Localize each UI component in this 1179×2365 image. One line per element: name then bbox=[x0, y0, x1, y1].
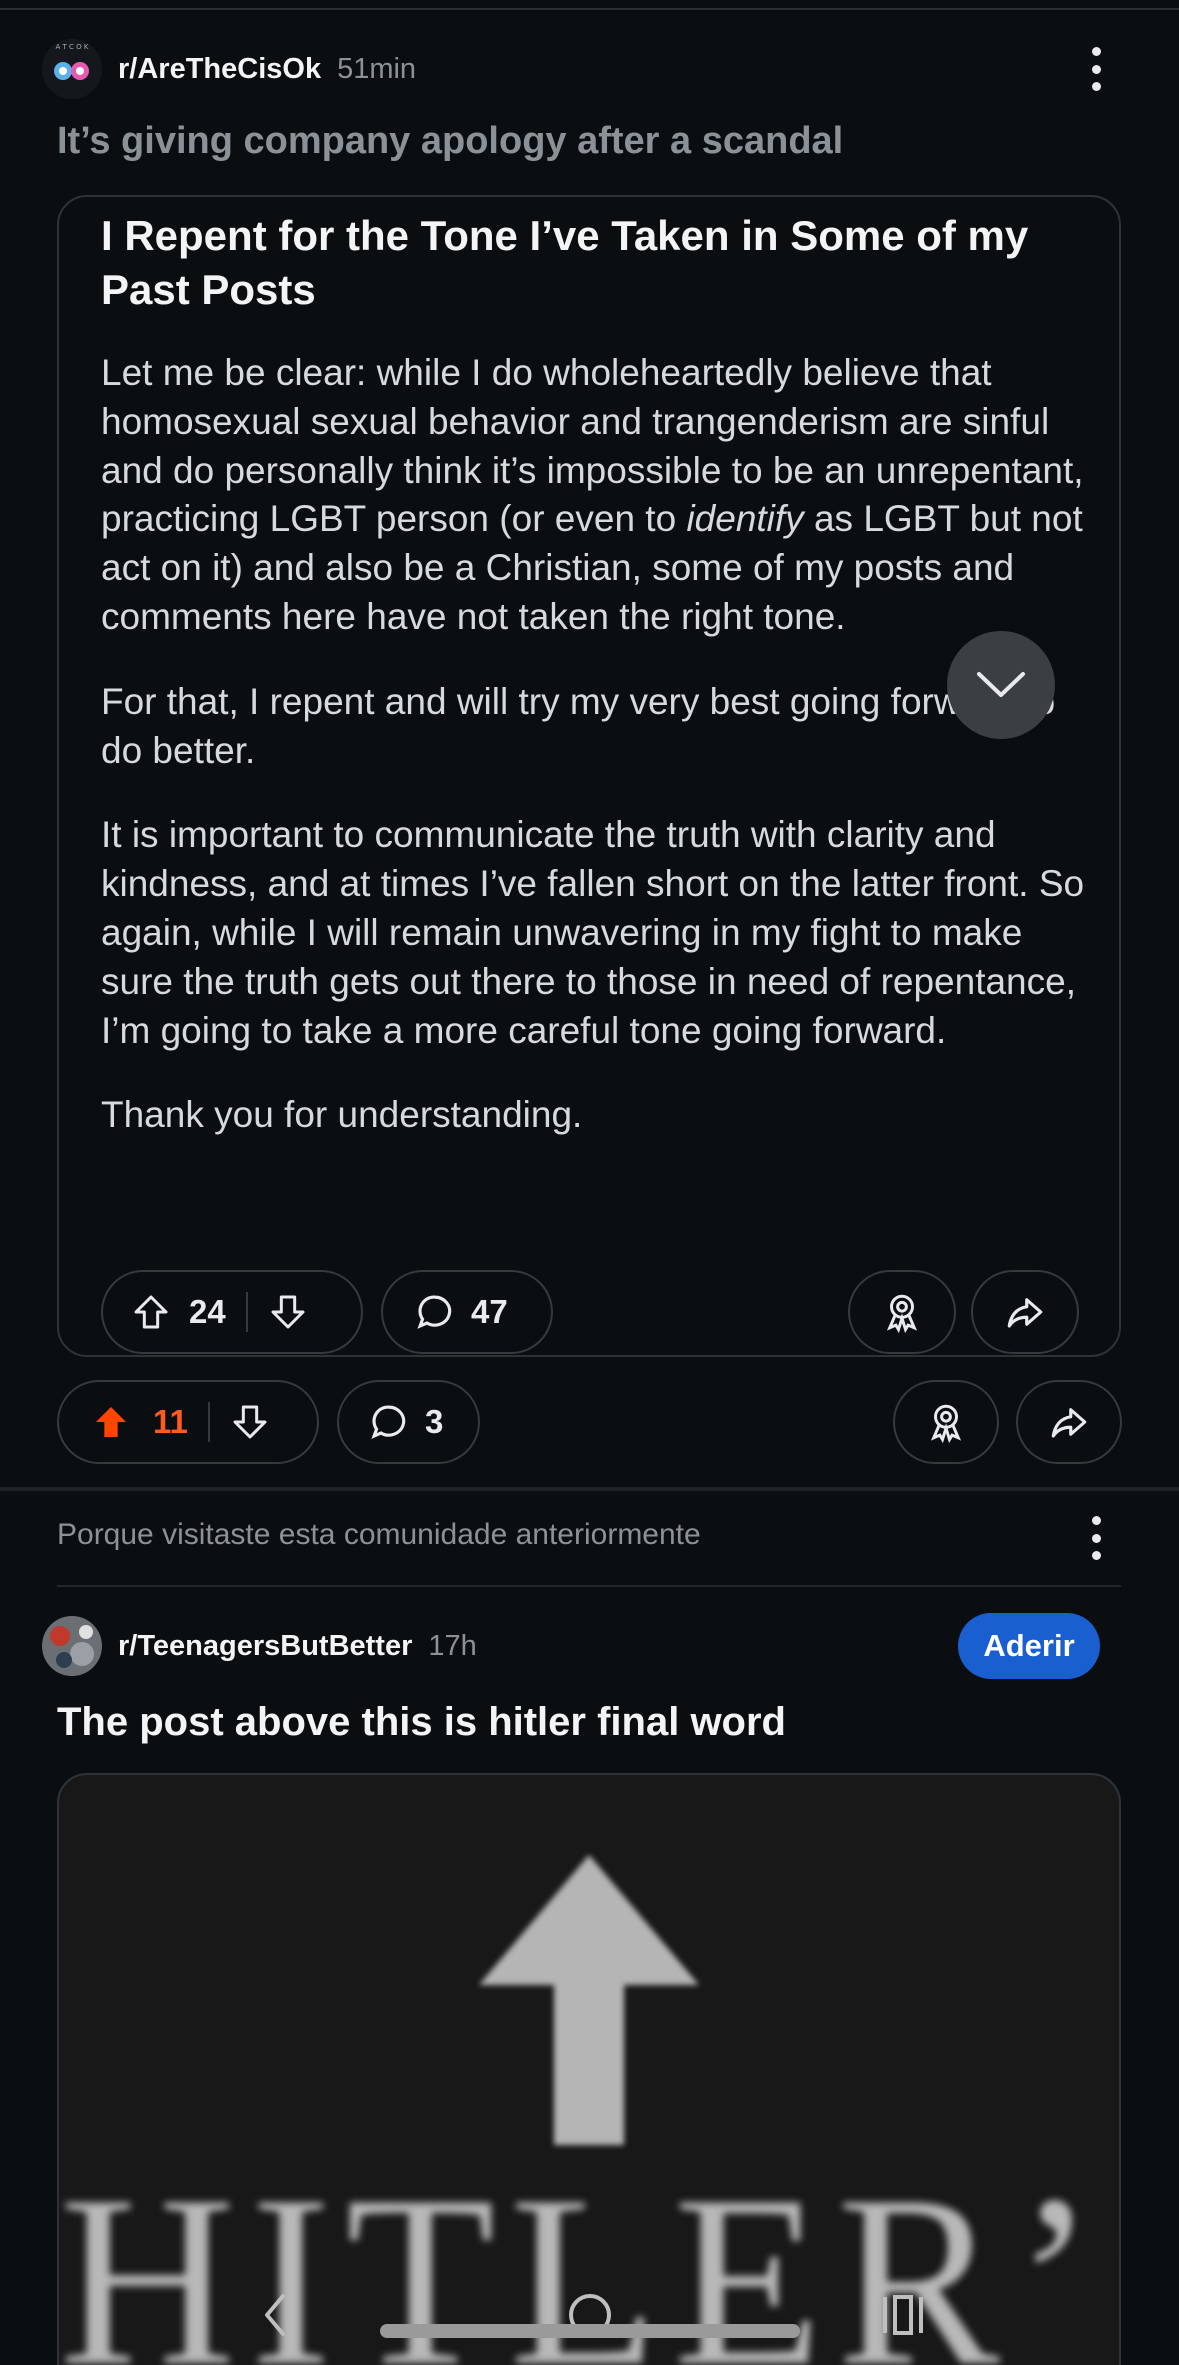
embed-paragraph: Let me be clear: while I do wholehearted… bbox=[101, 352, 1084, 637]
subreddit-avatar[interactable]: A T C O K bbox=[42, 39, 102, 99]
upvote-icon[interactable] bbox=[89, 1402, 133, 1442]
subreddit-name[interactable]: r/TeenagersButBetter bbox=[118, 1630, 412, 1663]
embed-vote-count: 24 bbox=[189, 1293, 226, 1330]
embed-body: Let me be clear: while I do wholehearted… bbox=[101, 349, 1091, 1176]
kebab-menu-icon[interactable] bbox=[1081, 1508, 1111, 1568]
post-header: r/TeenagersButBetter 17h bbox=[42, 1615, 477, 1677]
embed-title: I Repent for the Tone I’ve Taken in Some… bbox=[101, 212, 1029, 313]
embed-paragraph: For that, I repent and will try my very … bbox=[101, 680, 1056, 771]
embed-paragraph: It is important to communicate the truth… bbox=[101, 814, 1085, 1051]
vote-count: 11 bbox=[153, 1403, 188, 1440]
vote-divider bbox=[207, 1402, 210, 1442]
post-title[interactable]: The post above this is hitler final word bbox=[57, 1700, 786, 1745]
kebab-menu-icon[interactable] bbox=[1081, 39, 1111, 99]
join-button[interactable]: Aderir bbox=[958, 1613, 1100, 1679]
embed-comment-button[interactable]: 47 bbox=[381, 1270, 553, 1354]
share-icon bbox=[1048, 1401, 1090, 1443]
embed-award-button[interactable] bbox=[848, 1270, 956, 1354]
gesture-handle[interactable] bbox=[380, 2324, 800, 2338]
chevron-down-icon bbox=[977, 672, 1025, 697]
feed-separator bbox=[0, 1487, 1179, 1491]
vote-divider bbox=[245, 1292, 248, 1332]
embed-paragraph: Thank you for understanding. bbox=[101, 1094, 583, 1136]
svg-text:A T C O K: A T C O K bbox=[56, 43, 89, 51]
embed-comment-count: 47 bbox=[471, 1293, 508, 1330]
recommendation-reason: Porque visitaste esta comunidade anterio… bbox=[57, 1518, 701, 1551]
post-header: A T C O K r/AreTheCisOk 51min bbox=[42, 38, 416, 100]
comment-icon bbox=[413, 1291, 457, 1333]
upvote-icon[interactable] bbox=[129, 1292, 173, 1332]
subreddit-avatar[interactable] bbox=[42, 1616, 102, 1676]
crosspost-embed[interactable]: I Repent for the Tone I’ve Taken in Some… bbox=[57, 195, 1121, 1357]
comment-button[interactable]: 3 bbox=[337, 1380, 480, 1464]
award-icon bbox=[881, 1291, 923, 1333]
vote-pill: 11 bbox=[57, 1380, 319, 1464]
award-icon bbox=[925, 1401, 967, 1443]
subreddit-name[interactable]: r/AreTheCisOk bbox=[118, 53, 321, 86]
post-time: 51min bbox=[337, 52, 417, 85]
comment-icon bbox=[367, 1401, 411, 1443]
system-navigation-bar bbox=[0, 2265, 1179, 2365]
embed-share-button[interactable] bbox=[971, 1270, 1079, 1354]
back-icon[interactable] bbox=[255, 2285, 295, 2345]
downvote-icon[interactable] bbox=[228, 1402, 272, 1442]
post-title[interactable]: It’s giving company apology after a scan… bbox=[57, 120, 843, 163]
embed-vote-pill: 24 bbox=[101, 1270, 363, 1354]
share-icon bbox=[1004, 1291, 1046, 1333]
post-time: 17h bbox=[428, 1629, 477, 1662]
scroll-down-button[interactable] bbox=[947, 631, 1055, 739]
arrow-up-graphic bbox=[479, 1855, 699, 2145]
comment-count: 3 bbox=[425, 1403, 444, 1440]
reason-divider bbox=[57, 1585, 1121, 1587]
recents-icon[interactable] bbox=[878, 2285, 928, 2345]
top-divider bbox=[0, 0, 1179, 10]
award-button[interactable] bbox=[893, 1380, 999, 1464]
downvote-icon[interactable] bbox=[266, 1292, 310, 1332]
share-button[interactable] bbox=[1016, 1380, 1122, 1464]
